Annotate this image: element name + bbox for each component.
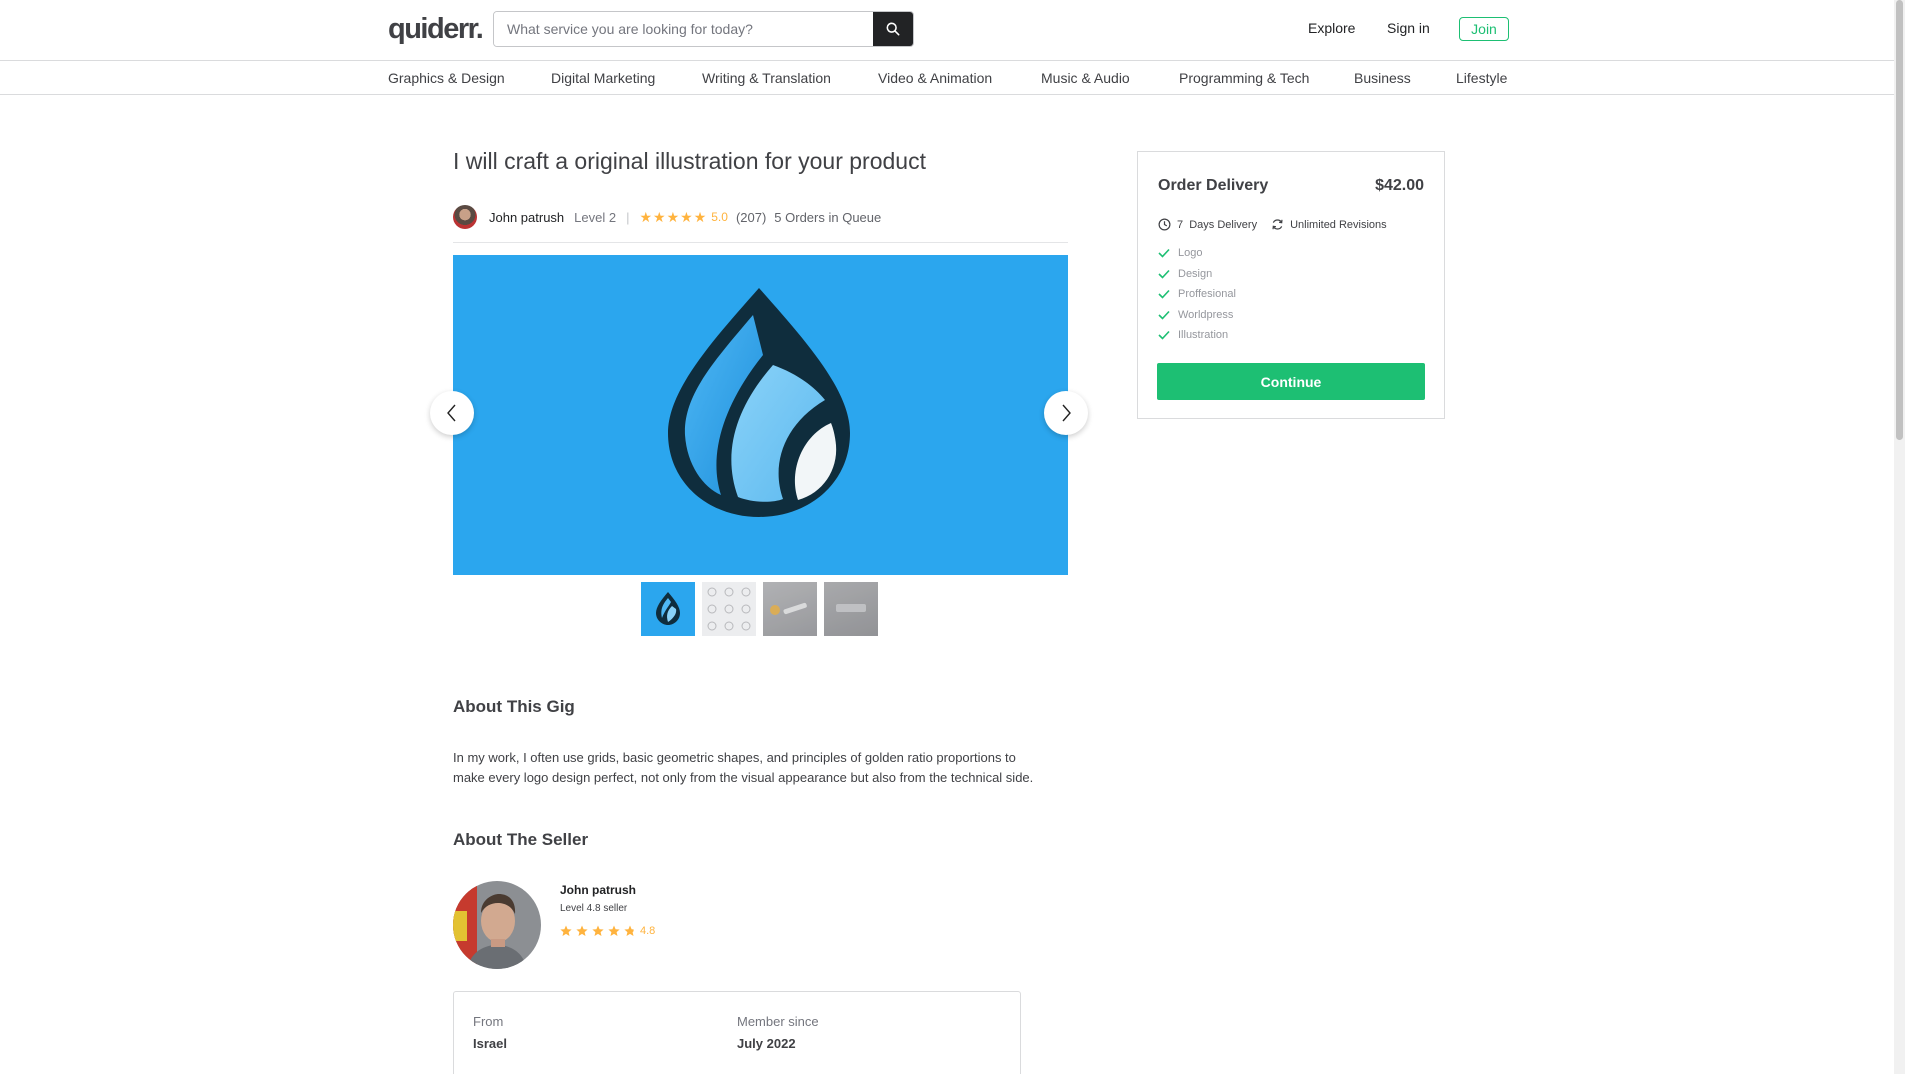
star-rating-icons <box>560 925 634 936</box>
sign-in-link[interactable]: Sign in <box>1387 20 1430 36</box>
category-music-audio[interactable]: Music & Audio <box>1041 70 1130 86</box>
feature-item: Design <box>1158 268 1212 280</box>
search-icon <box>886 22 900 36</box>
feature-label: Logo <box>1178 247 1203 259</box>
search-bar <box>493 11 914 47</box>
feature-item: Worldpress <box>1158 309 1233 321</box>
about-gig-text: In my work, I often use grids, basic geo… <box>453 750 1034 785</box>
rating-score: 5.0 <box>711 210 728 224</box>
order-meta: 7 Days Delivery Unlimited Revisions <box>1158 218 1387 231</box>
review-count[interactable]: (207) <box>736 210 766 225</box>
explore-link[interactable]: Explore <box>1308 20 1355 36</box>
star-icon <box>608 925 620 936</box>
star-icon <box>624 925 634 936</box>
seller-name[interactable]: John patrush <box>560 883 636 897</box>
gallery-thumbnail[interactable] <box>763 582 817 636</box>
top-header: quiderr. Explore Sign in Join <box>0 0 1905 61</box>
orders-in-queue: 5 Orders in Queue <box>774 209 882 225</box>
next-image-button[interactable] <box>1044 391 1088 435</box>
join-button[interactable]: Join <box>1459 17 1509 41</box>
chevron-left-icon <box>447 404 456 422</box>
from-value: Israel <box>473 1036 507 1051</box>
seller-level-label: Level 4.8 seller <box>560 903 628 914</box>
water-drop-logo-image <box>668 288 850 517</box>
star-rating-icons: ★★★★★ <box>639 208 708 225</box>
order-price: $42.00 <box>1375 177 1424 194</box>
feature-label: Proffesional <box>1178 288 1236 300</box>
seller-rating: 4.8 <box>560 924 663 938</box>
feature-item: Illustration <box>1158 329 1228 341</box>
gallery-thumbnail[interactable] <box>641 582 695 636</box>
gallery-thumbnail[interactable] <box>824 582 878 636</box>
seller-info-box: From Israel Member since July 2022 <box>453 991 1021 1074</box>
gig-image-main <box>453 255 1068 575</box>
category-business[interactable]: Business <box>1354 70 1411 86</box>
delivery-time: 7 Days Delivery <box>1177 218 1258 231</box>
page-scrollbar[interactable] <box>1894 0 1905 1074</box>
revisions: Unlimited Revisions <box>1290 218 1387 231</box>
gallery-thumbnail[interactable] <box>702 582 756 636</box>
category-video-animation[interactable]: Video & Animation <box>878 70 992 86</box>
clock-icon <box>1158 218 1171 231</box>
category-graphics-design[interactable]: Graphics & Design <box>388 70 505 86</box>
category-writing-translation[interactable]: Writing & Translation <box>702 70 831 86</box>
star-icon <box>560 925 572 936</box>
category-lifestyle[interactable]: Lifestyle <box>1456 70 1507 86</box>
separator: | <box>626 209 630 225</box>
order-card: Order Delivery $42.00 7 Days Delivery Un… <box>1137 151 1445 419</box>
category-bar: Graphics & Design Digital Marketing Writ… <box>0 61 1905 95</box>
star-icon <box>576 925 588 936</box>
member-since-label: Member since <box>737 1014 819 1029</box>
check-icon <box>1158 289 1170 299</box>
check-icon <box>1158 269 1170 279</box>
feature-label: Worldpress <box>1178 309 1234 321</box>
seller-avatar[interactable] <box>453 205 477 229</box>
gig-seller-overview: John patrush Level 2 | ★★★★★ 5.0 (207) 5… <box>453 205 881 229</box>
seller-profile-photo[interactable] <box>453 881 541 969</box>
chevron-right-icon <box>1062 404 1071 422</box>
scrollbar-thumb[interactable] <box>1896 0 1903 440</box>
category-digital-marketing[interactable]: Digital Marketing <box>551 70 655 86</box>
category-programming-tech[interactable]: Programming & Tech <box>1179 70 1309 86</box>
search-input[interactable] <box>494 12 873 46</box>
from-label: From <box>473 1014 504 1029</box>
refresh-icon <box>1271 218 1284 231</box>
seller-rating-score: 4.8 <box>640 925 656 937</box>
about-gig-heading: About This Gig <box>453 697 575 716</box>
feature-item: Logo <box>1158 247 1202 259</box>
feature-label: Design <box>1178 268 1213 280</box>
order-title: Order Delivery <box>1158 177 1269 194</box>
divider <box>453 242 1068 243</box>
gig-title: I will craft a original illustration for… <box>453 148 926 174</box>
feature-label: Illustration <box>1178 329 1229 341</box>
continue-button[interactable]: Continue <box>1157 363 1425 400</box>
check-icon <box>1158 310 1170 320</box>
check-icon <box>1158 330 1170 340</box>
prev-image-button[interactable] <box>430 391 474 435</box>
seller-level: Level 2 <box>574 209 617 225</box>
logo[interactable]: quiderr. <box>388 13 484 46</box>
about-seller-heading: About The Seller <box>453 830 589 849</box>
seller-name-link[interactable]: John patrush <box>489 210 564 225</box>
check-icon <box>1158 248 1170 258</box>
member-since-value: July 2022 <box>737 1036 796 1051</box>
star-icon <box>592 925 604 936</box>
feature-item: Proffesional <box>1158 288 1236 300</box>
search-button[interactable] <box>873 12 913 46</box>
